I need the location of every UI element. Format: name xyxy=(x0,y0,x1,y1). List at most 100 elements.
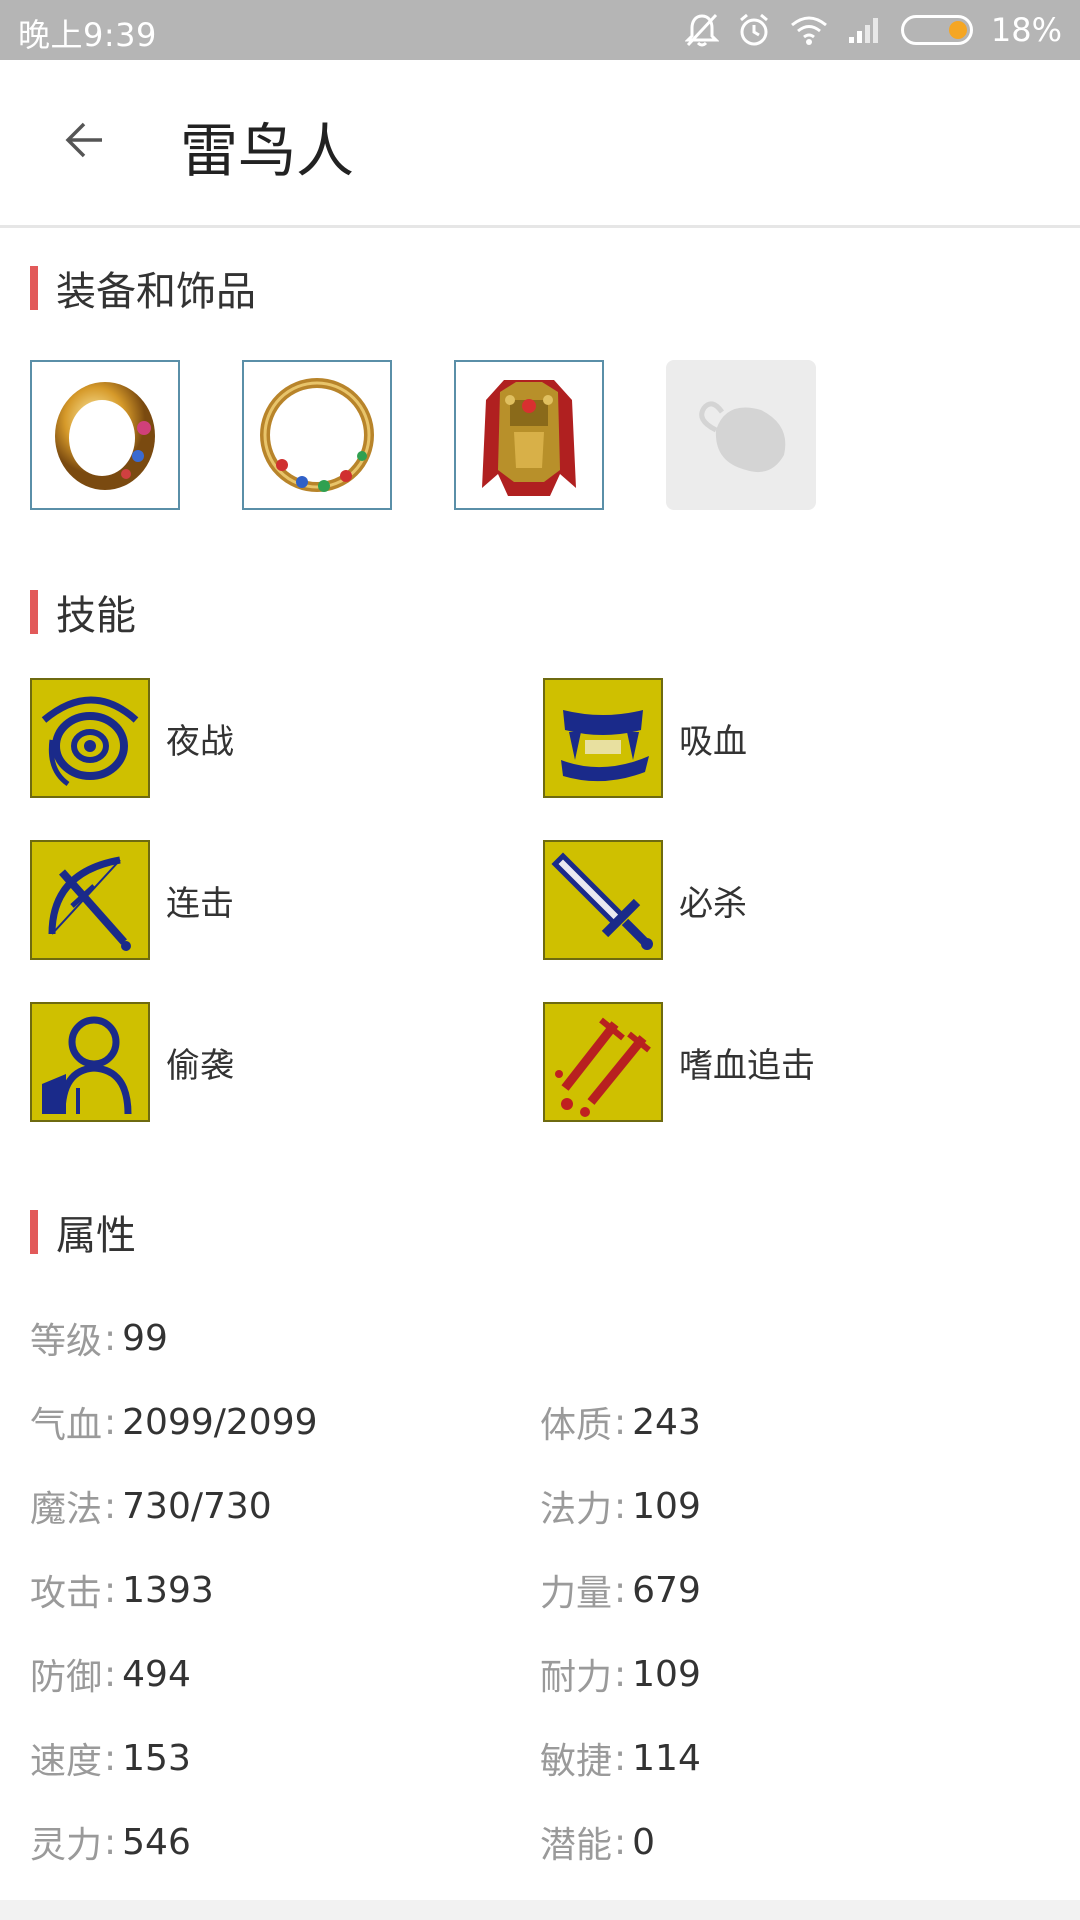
armor-icon xyxy=(482,380,576,496)
attribute-separator: : xyxy=(104,1401,117,1443)
section-equipment-header: 装备和饰品 xyxy=(30,266,256,315)
section-title-equipment: 装备和饰品 xyxy=(56,269,256,315)
skill-label: 吸血 xyxy=(679,721,747,762)
attribute-separator: : xyxy=(104,1653,117,1695)
attribute-item: 攻击:1393 xyxy=(30,1564,540,1616)
attribute-value: 730/730 xyxy=(122,1485,272,1527)
attribute-value: 109 xyxy=(632,1653,701,1695)
attribute-separator: : xyxy=(614,1653,627,1695)
attribute-value: 0 xyxy=(632,1821,656,1863)
attribute-key: 攻击 xyxy=(30,1573,103,1614)
placeholder-icon xyxy=(699,401,786,473)
arrow-left-icon xyxy=(65,122,102,158)
section-title-attributes: 属性 xyxy=(56,1213,136,1259)
equipment-slot-empty[interactable] xyxy=(666,360,816,510)
attribute-row: 速度:153 敏捷:114 xyxy=(30,1716,1050,1800)
battery-icon xyxy=(900,15,973,45)
section-accent-bar xyxy=(30,1210,38,1254)
attribute-row: 等级:99 xyxy=(30,1296,1050,1380)
attribute-separator: : xyxy=(614,1485,627,1527)
page-title: 雷鸟人 xyxy=(180,117,355,185)
attribute-value: 153 xyxy=(122,1737,191,1779)
equipment-slot-jeweled-ring[interactable] xyxy=(242,360,392,510)
attribute-item: 耐力:109 xyxy=(540,1648,1050,1700)
ring-icon xyxy=(260,378,374,492)
attribute-value: 99 xyxy=(122,1317,168,1359)
attribute-row: 魔法:730/730 法力:109 xyxy=(30,1464,1050,1548)
skill-label: 嗜血追击 xyxy=(679,1045,815,1086)
attribute-value: 109 xyxy=(632,1485,701,1527)
section-accent-bar xyxy=(30,266,38,310)
section-accent-bar xyxy=(30,590,38,634)
attribute-key: 魔法 xyxy=(30,1489,103,1530)
status-time: 晚上9:39 xyxy=(18,16,157,54)
ring-icon xyxy=(55,382,155,490)
attribute-separator: : xyxy=(614,1569,627,1611)
attribute-item: 速度:153 xyxy=(30,1732,540,1784)
attribute-key: 敏捷 xyxy=(540,1741,613,1782)
attributes-grid: 等级:99 气血:2099/2099 体质:243 魔法:730/730 法力:… xyxy=(30,1296,1050,1884)
skill-item[interactable]: 偷袭 xyxy=(30,1002,543,1122)
bottom-divider xyxy=(0,1900,1080,1920)
fangs-icon xyxy=(543,678,663,798)
attribute-value: 1393 xyxy=(122,1569,214,1611)
equipment-row xyxy=(30,360,816,510)
attribute-value: 243 xyxy=(632,1401,701,1443)
attribute-item: 力量:679 xyxy=(540,1564,1050,1616)
skills-grid: 夜战 吸血 连击 必杀 偷袭 嗜血追击 xyxy=(30,678,1050,1122)
skill-item[interactable]: 必杀 xyxy=(543,840,1050,960)
skill-item[interactable]: 夜战 xyxy=(30,678,543,798)
attribute-separator: : xyxy=(104,1821,117,1863)
signal-icon xyxy=(847,15,883,45)
attribute-separator: : xyxy=(104,1569,117,1611)
attribute-separator: : xyxy=(614,1401,627,1443)
attribute-key: 体质 xyxy=(540,1405,613,1446)
skill-item[interactable]: 连击 xyxy=(30,840,543,960)
attribute-key: 速度 xyxy=(30,1741,103,1782)
battery-percent: 18% xyxy=(990,11,1062,49)
attribute-item: 法力:109 xyxy=(540,1480,1050,1532)
attribute-item: 敏捷:114 xyxy=(540,1732,1050,1784)
app-header: 雷鸟人 xyxy=(0,60,1080,228)
skill-label: 偷袭 xyxy=(166,1045,234,1086)
attribute-row: 灵力:546 潜能:0 xyxy=(30,1800,1050,1884)
attribute-value: 546 xyxy=(122,1821,191,1863)
back-button[interactable] xyxy=(52,108,116,172)
attribute-item: 潜能:0 xyxy=(540,1816,1050,1868)
attribute-value: 679 xyxy=(632,1569,701,1611)
attribute-separator: : xyxy=(104,1317,117,1359)
section-attributes-header: 属性 xyxy=(30,1210,136,1259)
attribute-value: 494 xyxy=(122,1653,191,1695)
attribute-key: 等级 xyxy=(30,1321,103,1362)
attribute-item: 魔法:730/730 xyxy=(30,1480,540,1532)
eye-icon xyxy=(30,678,150,798)
wifi-icon xyxy=(789,14,829,46)
attribute-separator: : xyxy=(104,1485,117,1527)
equipment-slot-golden-armor[interactable] xyxy=(454,360,604,510)
attribute-row: 防御:494 耐力:109 xyxy=(30,1632,1050,1716)
equipment-slot-gold-ring[interactable] xyxy=(30,360,180,510)
attribute-key: 气血 xyxy=(30,1405,103,1446)
skill-item[interactable]: 嗜血追击 xyxy=(543,1002,1050,1122)
skill-label: 夜战 xyxy=(166,721,234,762)
attribute-separator: : xyxy=(104,1737,117,1779)
bloody-swords-icon xyxy=(543,1002,663,1122)
attribute-row: 攻击:1393 力量:679 xyxy=(30,1548,1050,1632)
alarm-icon xyxy=(737,12,771,48)
sword-icon xyxy=(543,840,663,960)
attribute-key: 力量 xyxy=(540,1573,613,1614)
section-skills-header: 技能 xyxy=(30,590,136,639)
attribute-item: 气血:2099/2099 xyxy=(30,1396,540,1448)
skill-label: 必杀 xyxy=(679,883,747,924)
skill-item[interactable]: 吸血 xyxy=(543,678,1050,798)
attribute-item: 防御:494 xyxy=(30,1648,540,1700)
attribute-key: 法力 xyxy=(540,1489,613,1530)
bow-sword-icon xyxy=(30,840,150,960)
status-icons: 18% xyxy=(684,8,1062,52)
attribute-separator: : xyxy=(614,1821,627,1863)
attribute-row: 气血:2099/2099 体质:243 xyxy=(30,1380,1050,1464)
attribute-value: 114 xyxy=(632,1737,701,1779)
attribute-key: 灵力 xyxy=(30,1825,103,1866)
section-title-skills: 技能 xyxy=(56,593,136,639)
skill-label: 连击 xyxy=(166,883,234,924)
